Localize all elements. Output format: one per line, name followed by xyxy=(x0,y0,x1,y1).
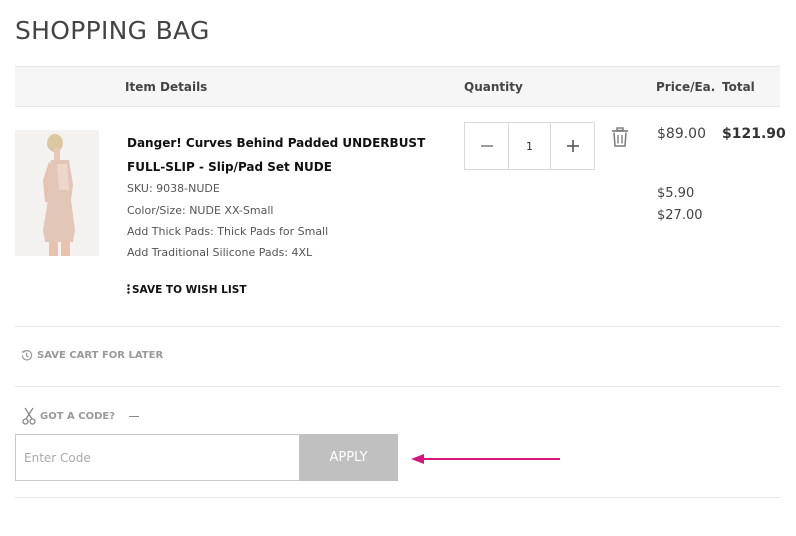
header-item-details: Item Details xyxy=(125,80,208,94)
product-name[interactable]: Danger! Curves Behind Padded UNDERBUST F… xyxy=(127,131,457,179)
decrease-quantity-button[interactable] xyxy=(465,123,508,169)
quantity-value[interactable]: 1 xyxy=(508,123,551,169)
addon-price-thick-pads: $5.90 xyxy=(657,186,695,201)
quantity-stepper: 1 xyxy=(464,122,595,170)
apply-code-button[interactable]: APPLY xyxy=(299,434,398,481)
header-price-each: Price/Ea. xyxy=(656,80,716,94)
kebab-icon xyxy=(127,284,130,294)
bottom-divider xyxy=(15,497,780,498)
scissors-icon xyxy=(22,407,36,425)
got-a-code-toggle[interactable]: GOT A CODE? xyxy=(22,407,140,425)
collapse-dash-icon xyxy=(129,415,140,417)
save-to-wish-list-link[interactable]: SAVE TO WISH LIST xyxy=(127,284,247,296)
product-image[interactable] xyxy=(15,130,99,256)
got-a-code-label: GOT A CODE? xyxy=(40,410,116,422)
item-divider xyxy=(15,326,780,327)
wish-list-label: SAVE TO WISH LIST xyxy=(132,284,247,296)
promo-code-input[interactable] xyxy=(15,434,300,481)
save-cart-divider xyxy=(15,386,780,387)
item-price: $89.00 xyxy=(657,126,706,142)
minus-icon xyxy=(480,145,493,147)
annotation-arrow-icon xyxy=(411,454,560,464)
remove-item-button[interactable] xyxy=(611,127,629,151)
header-total: Total xyxy=(722,80,755,94)
plus-icon xyxy=(566,140,579,152)
save-cart-for-later-link[interactable]: SAVE CART FOR LATER xyxy=(20,349,163,362)
trash-icon xyxy=(612,127,628,147)
history-icon xyxy=(21,350,33,361)
header-quantity: Quantity xyxy=(464,80,523,94)
cart-table-header: Item Details Quantity Price/Ea. Total xyxy=(15,66,780,107)
product-silicone-pads: Add Traditional Silicone Pads: 4XL xyxy=(127,246,313,259)
product-sku: SKU: 9038-NUDE xyxy=(127,182,220,195)
page-title: SHOPPING BAG xyxy=(15,16,210,45)
item-total: $121.90 xyxy=(722,126,786,142)
save-cart-label: SAVE CART FOR LATER xyxy=(37,350,164,361)
product-thick-pads: Add Thick Pads: Thick Pads for Small xyxy=(127,225,329,238)
addon-price-silicone-pads: $27.00 xyxy=(657,208,703,223)
increase-quantity-button[interactable] xyxy=(551,123,594,169)
product-color-size: Color/Size: NUDE XX-Small xyxy=(127,204,274,217)
